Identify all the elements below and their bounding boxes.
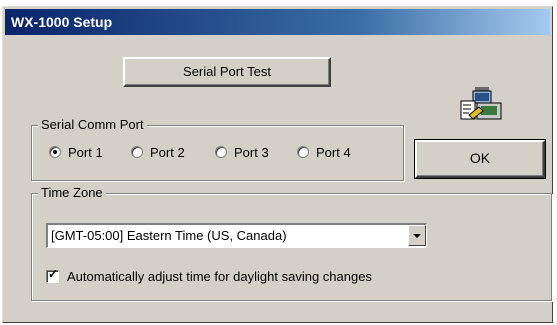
checkbox-checked-icon[interactable] — [46, 267, 59, 283]
auto-dst-label: Automatically adjust time for daylight s… — [67, 269, 372, 284]
window-title: WX-1000 Setup — [11, 14, 113, 30]
serial-port-test-label: Serial Port Test — [183, 64, 271, 79]
radio-port-3[interactable]: Port 3 — [215, 143, 269, 161]
serial-port-test-button[interactable]: Serial Port Test — [123, 57, 331, 87]
ok-label: OK — [469, 150, 491, 166]
radio-unselected-icon — [215, 146, 227, 158]
radio-port-1-label: Port 1 — [68, 144, 103, 160]
radio-port-3-label: Port 3 — [234, 144, 269, 160]
time-zone-select[interactable]: [GMT-05:00] Eastern Time (US, Canada) — [46, 223, 427, 248]
radio-unselected-icon — [297, 146, 309, 158]
time-zone-label: Time Zone — [38, 185, 106, 201]
radio-port-2[interactable]: Port 2 — [131, 143, 185, 161]
time-zone-group: Time Zone [GMT-05:00] Eastern Time (US, … — [31, 185, 552, 301]
ok-button-focus-frame: OK — [414, 139, 546, 179]
radio-port-4[interactable]: Port 4 — [297, 143, 351, 161]
radio-unselected-icon — [131, 146, 143, 158]
setup-dialog: WX-1000 Setup Serial Port Test OK Serial… — [2, 6, 553, 323]
auto-dst-checkbox[interactable]: Automatically adjust time for daylight s… — [46, 267, 372, 284]
time-zone-value: [GMT-05:00] Eastern Time (US, Canada) — [51, 228, 287, 243]
radio-selected-icon — [49, 146, 61, 158]
title-bar: WX-1000 Setup — [5, 9, 550, 35]
chevron-down-icon[interactable] — [408, 225, 426, 246]
ok-button[interactable]: OK — [415, 140, 545, 178]
serial-comm-port-label: Serial Comm Port — [38, 117, 147, 133]
radio-port-1[interactable]: Port 1 — [49, 143, 103, 161]
radio-port-4-label: Port 4 — [316, 144, 351, 160]
setup-app-icon — [459, 85, 503, 125]
serial-comm-port-group: Serial Comm Port Port 1 Port 2 Port 3 Po… — [31, 117, 404, 181]
radio-port-2-label: Port 2 — [150, 144, 185, 160]
